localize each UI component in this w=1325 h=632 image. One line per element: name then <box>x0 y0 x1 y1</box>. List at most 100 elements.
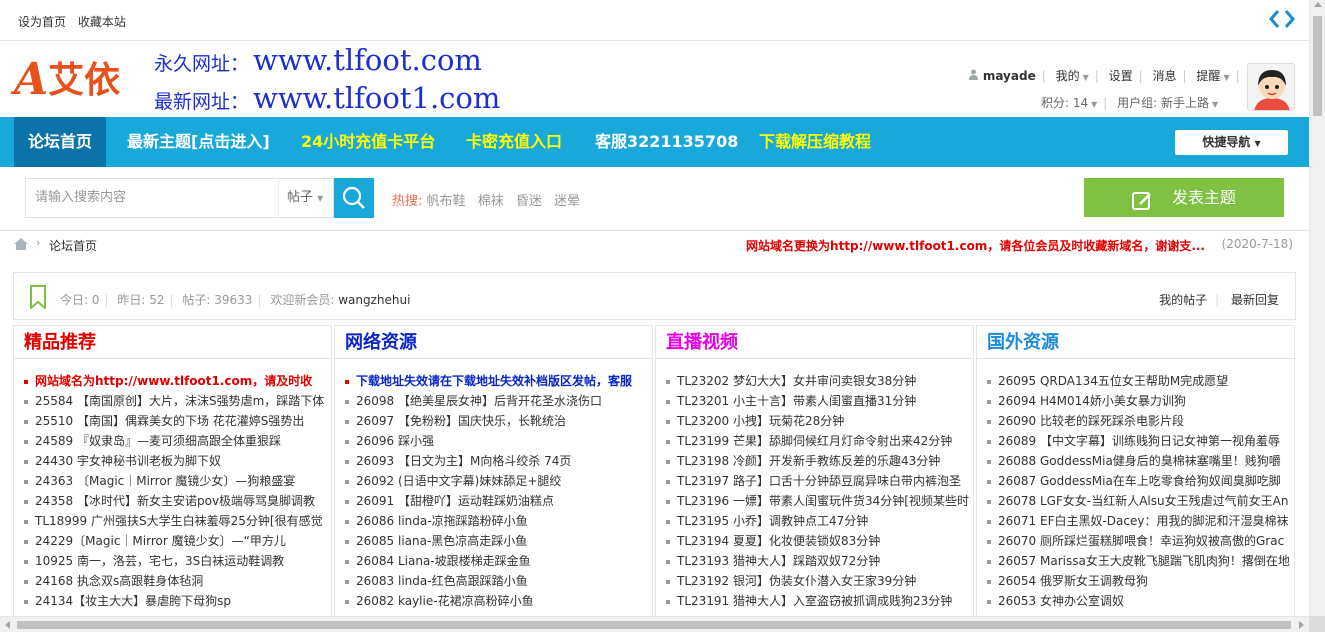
scroll-up-icon[interactable] <box>1314 2 1322 7</box>
topic-item[interactable]: 26092 (日语中文字幕)妹妹舔足+腿绞 <box>345 471 652 491</box>
nav-customer-service[interactable]: 客服3221135708 <box>581 117 752 167</box>
topic-item[interactable]: 24430 宇女神秘书训老板为脚下奴 <box>24 451 331 471</box>
topic-item[interactable]: 26071 EF白主黑奴-Dacey：用我的脚泥和汗湿臭棉袜 <box>987 511 1294 531</box>
set-home-link[interactable]: 设为首页 <box>18 15 66 29</box>
username-link[interactable]: mayade <box>983 69 1036 83</box>
topic-item[interactable]: 下载地址失效请在下载地址失效补档版区发帖，客服 <box>345 371 652 391</box>
nav-unzip-tutorial[interactable]: 下载解压缩教程 <box>745 117 885 167</box>
hot-keyword[interactable]: 帆布鞋 <box>427 194 466 209</box>
topic-item[interactable]: 26053 女神办公室调奴 <box>987 591 1294 611</box>
scroll-left-icon[interactable] <box>5 621 10 629</box>
topic-item[interactable]: TL23191 猎神大人】入室盗窃被抓调成贱狗23分钟 <box>666 591 973 611</box>
breadcrumb-current[interactable]: 论坛首页 <box>49 237 97 254</box>
topic-item[interactable]: 25510 【南国】偶霖美女的下场 花花灌婷S强势出 <box>24 411 331 431</box>
column-foreign: 国外资源 26095 QRDA134五位女王帮助M完成愿望 26094 H4M014… <box>976 325 1295 625</box>
topic-item[interactable]: TL23192 银河】伪装女仆潜入女王家39分钟 <box>666 571 973 591</box>
topic-item[interactable]: 26090 比较老的踩死踩杀电影片段 <box>987 411 1294 431</box>
topic-item[interactable]: 24358 【冰时代】新女主安诺pov极端辱骂臭脚调教 <box>24 491 331 511</box>
topic-item[interactable]: 26082 kaylie-花裙凉高粉碎小鱼 <box>345 591 652 611</box>
hot-keyword[interactable]: 昏迷 <box>516 194 542 209</box>
header: A 艾依 永久网址： www.tlfoot.com 最新网址： www.tlfoot… <box>0 41 1309 117</box>
switch-width-icon[interactable] <box>1269 8 1295 36</box>
topic-item[interactable]: 26089 【中文字幕】训练贱狗日记女神第一视角羞辱 <box>987 431 1294 451</box>
topic-item[interactable]: 24589 『奴隶岛』—麦可须细高跟全体重狠踩 <box>24 431 331 451</box>
topic-item[interactable]: 24168 执念双s高跟鞋身体毡洞 <box>24 571 331 591</box>
post-topic-button[interactable]: 发表主题 <box>1084 178 1284 217</box>
topic-item[interactable]: 26054 俄罗斯女王调教母狗 <box>987 571 1294 591</box>
nav-latest-topics[interactable]: 最新主题[点击进入] <box>113 117 284 167</box>
user-group-menu[interactable]: 用户组: 新手上路 ▼ <box>1117 94 1218 111</box>
search-input[interactable]: 请输入搜索内容 <box>25 178 278 218</box>
site-logo[interactable]: A 艾依 <box>14 55 120 105</box>
nav-recharge-platform[interactable]: 24小时充值卡平台 <box>287 117 449 167</box>
topic-item[interactable]: 26098 【绝美星辰女神】后背开花圣水浇伤口 <box>345 391 652 411</box>
topic-item[interactable]: 26085 liana-黑色凉高走踩小鱼 <box>345 531 652 551</box>
bookmark-link[interactable]: 收藏本站 <box>78 15 126 29</box>
topic-item[interactable]: 24363 〔Magic｜Mirror 魔镜少女〕—狗粮盛宴 <box>24 471 331 491</box>
column-title[interactable]: 网络资源 <box>335 326 652 359</box>
nav-forum-home[interactable]: 论坛首页 <box>14 117 107 167</box>
topic-item[interactable]: 26088 GoddessMia健身后的臭棉袜塞嘴里！贱狗嚼 <box>987 451 1294 471</box>
horizontal-scrollbar[interactable] <box>0 616 1309 632</box>
messages-link[interactable]: 消息 <box>1153 67 1177 84</box>
topic-item[interactable]: 26087 GoddessMia在车上吃零食给狗奴闻臭脚吃脚 <box>987 471 1294 491</box>
topic-item[interactable]: TL23193 猎神大人】踩踏双奴72分钟 <box>666 551 973 571</box>
points-menu[interactable]: 积分: 14 ▼ <box>1041 94 1097 111</box>
topic-item[interactable]: 10925 南一，洛芸，宅七，3S白袜运动鞋调教 <box>24 551 331 571</box>
topic-item[interactable]: TL23196 一嫖】带素人闺蜜玩件货34分钟[视频某些时 <box>666 491 973 511</box>
column-featured: 精品推荐网站域名为http://www.tlfoot1.com，请及时收 2558… <box>13 325 332 625</box>
column-title[interactable]: 直播视频 <box>656 326 973 359</box>
search-button[interactable] <box>334 178 374 218</box>
new-member-link[interactable]: wangzhehui <box>338 293 410 307</box>
topic-item[interactable]: TL23201 小主十言】带素人闺蜜直播31分钟 <box>666 391 973 411</box>
topic-item[interactable]: 25584 【南国原创】大片，沫沫S强势虐m，踩踏下体 <box>24 391 331 411</box>
topic-item[interactable]: 26078 LGF女女-当红新人Alsu女王残虐过气前女王An <box>987 491 1294 511</box>
latest-replies-link[interactable]: 最新回复 <box>1231 293 1279 307</box>
topic-item[interactable]: 网站域名为http://www.tlfoot1.com，请及时收 <box>24 371 331 391</box>
topic-item[interactable]: TL23202 梦幻大大】女井审问卖银女38分钟 <box>666 371 973 391</box>
vertical-scrollbar[interactable] <box>1309 0 1325 632</box>
column-title[interactable]: 精品推荐 <box>14 326 331 359</box>
topic-item[interactable]: 26096 踩小强 <box>345 431 652 451</box>
scroll-thumb[interactable] <box>17 621 1291 629</box>
announcement-link[interactable]: 网站域名更换为http://www.tlfoot1.com，请各位会员及时收藏新… <box>746 237 1205 254</box>
column-title[interactable]: 国外资源 <box>977 326 1294 359</box>
topic-item[interactable]: 26057 Marissa女王大皮靴飞腿踹飞肌肉狗！撂倒在地 <box>987 551 1294 571</box>
logo-text: 艾依 <box>48 59 121 101</box>
remind-menu[interactable]: 提醒 ▼ <box>1196 67 1229 84</box>
topic-item[interactable]: 26086 linda-凉拖踩踏粉碎小鱼 <box>345 511 652 531</box>
hot-keyword[interactable]: 迷晕 <box>554 194 580 209</box>
quick-nav-button[interactable]: 快捷导航 ▼ <box>1175 130 1288 155</box>
column-network: 网络资源下载地址失效请在下载地址失效补档版区发帖，客服 26098 【绝美星辰女神… <box>334 325 653 625</box>
scroll-right-icon[interactable] <box>1299 621 1304 629</box>
topic-item[interactable]: 26091 【甜橙吖】运动鞋踩奶油糕点 <box>345 491 652 511</box>
nav-card-recharge[interactable]: 卡密充值入口 <box>452 117 576 167</box>
topic-item[interactable]: 26094 H4M014娇小美女暴力训狗 <box>987 391 1294 411</box>
topic-item[interactable]: 26093 【日文为主】M向格斗绞杀 74页 <box>345 451 652 471</box>
home-icon[interactable] <box>14 238 28 253</box>
topic-item[interactable]: TL23199 芒果】舔脚伺候红月灯命令射出来42分钟 <box>666 431 973 451</box>
topic-item[interactable]: 24134【妆主大大】暴虐胯下母狗sp <box>24 591 331 611</box>
search-type-select[interactable]: 帖子 ▼ <box>278 178 334 218</box>
topic-item[interactable]: 26070 厕所踩烂蛋糕脚喂食！幸运狗奴被高傲的Grac <box>987 531 1294 551</box>
chevron-down-icon: ▼ <box>1223 73 1230 82</box>
topic-item[interactable]: TL23198 冷颜】开发新手教练反差的乐趣43分钟 <box>666 451 973 471</box>
my-menu[interactable]: 我的 ▼ <box>1056 67 1089 84</box>
topic-item[interactable]: 26095 QRDA134五位女王帮助M完成愿望 <box>987 371 1294 391</box>
topic-item[interactable]: 24229〔Magic｜Mirror 魔镜少女〕—“甲方儿 <box>24 531 331 551</box>
hot-searches: 热搜: 帆布鞋 棉袜 昏迷 迷晕 <box>392 190 588 209</box>
topic-item[interactable]: 26084 Liana-坡跟楼梯走踩金鱼 <box>345 551 652 571</box>
topic-item[interactable]: TL23194 夏夏】化妆便装锁奴83分钟 <box>666 531 973 551</box>
hot-keyword[interactable]: 棉袜 <box>478 194 504 209</box>
topic-item[interactable]: TL18999 广州强扶S大学生白袜羞辱25分钟[很有感觉 <box>24 511 331 531</box>
settings-link[interactable]: 设置 <box>1109 67 1133 84</box>
topic-item[interactable]: TL23200 小拽】玩菊花28分钟 <box>666 411 973 431</box>
topic-item[interactable]: TL23197 路子】口舌十分钟舔豆腐异味白带内裤泡圣 <box>666 471 973 491</box>
topic-item[interactable]: TL23195 小乔】调教钟点工47分钟 <box>666 511 973 531</box>
my-posts-link[interactable]: 我的帖子 <box>1159 293 1207 307</box>
topic-item[interactable]: 26097 【免粉粉】国庆快乐，长靴统治 <box>345 411 652 431</box>
column-live: 直播视频 TL23202 梦幻大大】女井审问卖银女38分钟 TL23201 小主十言… <box>655 325 974 625</box>
scroll-thumb[interactable] <box>1313 16 1322 116</box>
topic-item[interactable]: 26083 linda-红色高跟踩踏小鱼 <box>345 571 652 591</box>
avatar[interactable] <box>1247 63 1295 111</box>
